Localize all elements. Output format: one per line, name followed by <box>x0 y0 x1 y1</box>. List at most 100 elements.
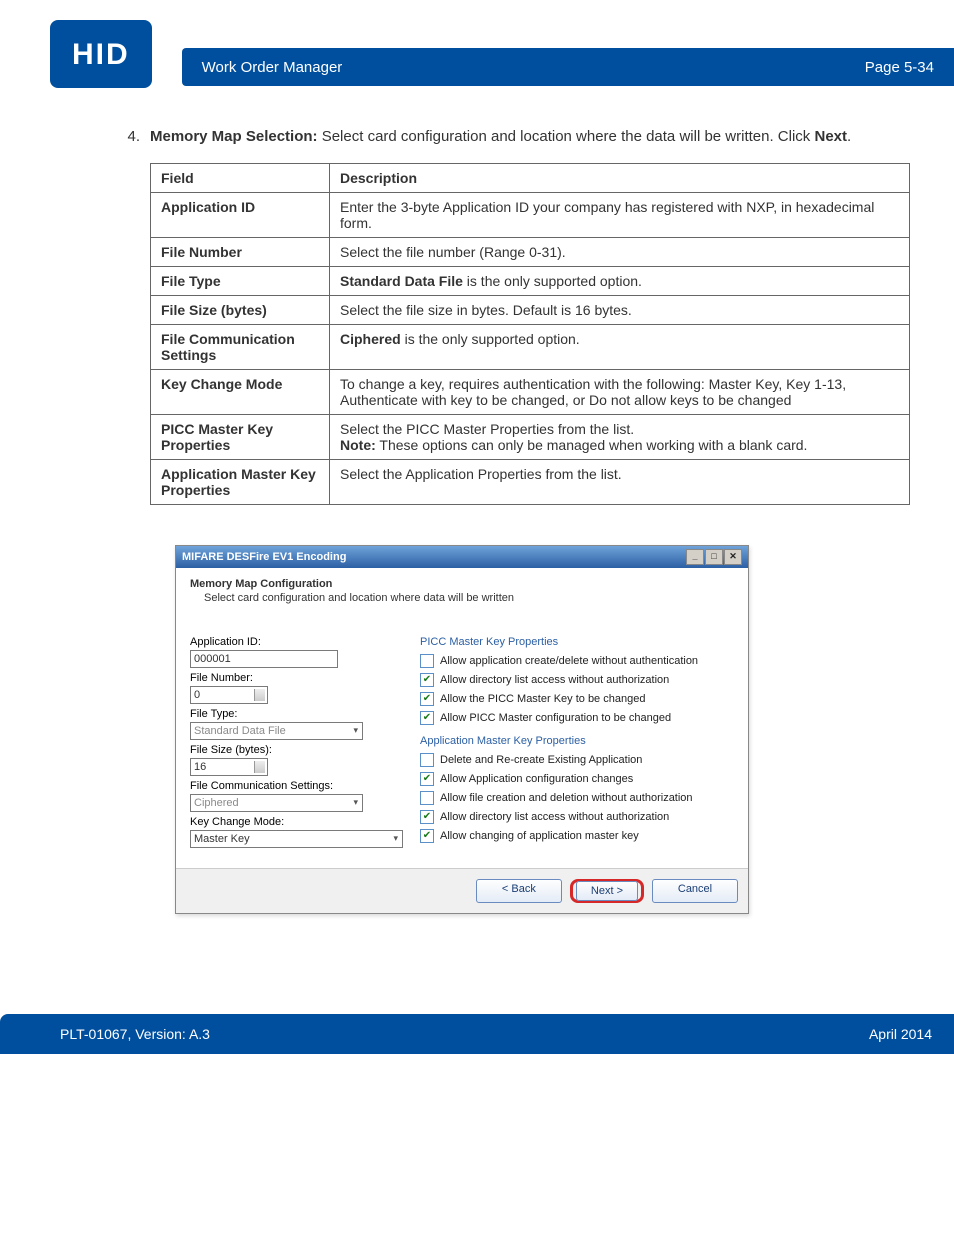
file-type-label: File Type: <box>190 708 420 720</box>
doc-title: Work Order Manager <box>202 59 343 76</box>
checkbox-row[interactable]: Allow changing of application master key <box>420 829 734 843</box>
checkbox-icon[interactable] <box>420 829 434 843</box>
checkbox-label: Allow file creation and deletion without… <box>440 792 693 804</box>
checkbox-row[interactable]: Allow the PICC Master Key to be changed <box>420 692 734 706</box>
cell-desc: Enter the 3-byte Application ID your com… <box>330 193 910 238</box>
checkbox-row[interactable]: Allow file creation and deletion without… <box>420 791 734 805</box>
page-footer: PLT-01067, Version: A.3 April 2014 <box>0 1014 954 1054</box>
header-bar: Work Order Manager Page 5-34 <box>182 48 954 86</box>
table-row: File Communication Settings Ciphered is … <box>151 325 910 370</box>
back-button[interactable]: < Back <box>476 879 562 903</box>
cell-field: Application Master Key Properties <box>151 460 330 505</box>
window-controls: _□✕ <box>685 549 742 565</box>
checkbox-label: Allow directory list access without auth… <box>440 674 669 686</box>
checkbox-row[interactable]: Allow application create/delete without … <box>420 654 734 668</box>
checkbox-row[interactable]: Allow Application configuration changes <box>420 772 734 786</box>
dialog-right-column: PICC Master Key Properties Allow applica… <box>420 632 734 848</box>
checkbox-row[interactable]: Delete and Re-create Existing Applicatio… <box>420 753 734 767</box>
table-row: Application ID Enter the 3-byte Applicat… <box>151 193 910 238</box>
cell-desc: To change a key, requires authentication… <box>330 370 910 415</box>
checkbox-icon[interactable] <box>420 753 434 767</box>
checkbox-label: Allow Application configuration changes <box>440 773 633 785</box>
dialog-footer: < Back Next > Cancel <box>176 868 748 913</box>
key-change-mode-select[interactable]: Master Key <box>190 830 403 848</box>
dialog-title: MIFARE DESFire EV1 Encoding <box>182 551 346 563</box>
desc-tail: is the only supported option. <box>401 331 580 347</box>
cell-desc: Select the Application Properties from t… <box>330 460 910 505</box>
key-change-mode-label: Key Change Mode: <box>190 816 420 828</box>
dialog-left-column: Application ID: 000001 File Number: 0 Fi… <box>190 632 420 848</box>
cell-desc: Standard Data File is the only supported… <box>330 267 910 296</box>
checkbox-row[interactable]: Allow directory list access without auth… <box>420 673 734 687</box>
table-row: File Number Select the file number (Rang… <box>151 238 910 267</box>
cancel-button[interactable]: Cancel <box>652 879 738 903</box>
step-body-a: Select card configuration and location w… <box>318 128 815 145</box>
step-heading: Memory Map Selection: <box>150 128 318 145</box>
dialog-titlebar: MIFARE DESFire EV1 Encoding _□✕ <box>176 546 748 568</box>
checkbox-icon[interactable] <box>420 791 434 805</box>
file-type-select[interactable]: Standard Data File <box>190 722 363 740</box>
app-id-input[interactable]: 000001 <box>190 650 338 668</box>
table-row: File Size (bytes) Select the file size i… <box>151 296 910 325</box>
cell-field: Key Change Mode <box>151 370 330 415</box>
maximize-icon[interactable]: □ <box>705 549 723 565</box>
checkbox-icon[interactable] <box>420 673 434 687</box>
hid-logo: HID <box>50 20 152 88</box>
cell-field: File Size (bytes) <box>151 296 330 325</box>
cell-desc: Select the PICC Master Properties from t… <box>330 415 910 460</box>
file-number-label: File Number: <box>190 672 420 684</box>
next-button-highlight: Next > <box>570 879 644 903</box>
desc-bold: Ciphered <box>340 331 401 347</box>
app-id-label: Application ID: <box>190 636 420 648</box>
close-icon[interactable]: ✕ <box>724 549 742 565</box>
checkbox-row[interactable]: Allow directory list access without auth… <box>420 810 734 824</box>
picc-section-head: PICC Master Key Properties <box>420 636 734 648</box>
step-4: 4. Memory Map Selection: Select card con… <box>110 128 894 145</box>
file-size-label: File Size (bytes): <box>190 744 420 756</box>
minimize-icon[interactable]: _ <box>686 549 704 565</box>
checkbox-row[interactable]: Allow PICC Master configuration to be ch… <box>420 711 734 725</box>
dialog-subtitle: Memory Map Configuration <box>190 578 734 590</box>
step-next-bold: Next <box>814 128 847 145</box>
checkbox-icon[interactable] <box>420 692 434 706</box>
cell-desc: Select the file size in bytes. Default i… <box>330 296 910 325</box>
cell-desc: Ciphered is the only supported option. <box>330 325 910 370</box>
checkbox-label: Allow application create/delete without … <box>440 655 698 667</box>
th-field: Field <box>151 164 330 193</box>
field-description-table: Field Description Application ID Enter t… <box>150 163 910 505</box>
comm-settings-select[interactable]: Ciphered <box>190 794 363 812</box>
checkbox-icon[interactable] <box>420 711 434 725</box>
next-button[interactable]: Next > <box>576 881 638 901</box>
cell-field: Application ID <box>151 193 330 238</box>
page-header: HID Work Order Manager Page 5-34 <box>0 0 954 88</box>
table-header-row: Field Description <box>151 164 910 193</box>
checkbox-icon[interactable] <box>420 772 434 786</box>
step-number: 4. <box>110 128 140 145</box>
app-master-section-head: Application Master Key Properties <box>420 735 734 747</box>
cell-field: File Number <box>151 238 330 267</box>
step-text: Memory Map Selection: Select card config… <box>150 128 851 145</box>
table-row: PICC Master Key Properties Select the PI… <box>151 415 910 460</box>
th-description: Description <box>330 164 910 193</box>
desc-line1: Select the PICC Master Properties from t… <box>340 421 899 437</box>
file-number-spinner[interactable]: 0 <box>190 686 268 704</box>
checkbox-icon[interactable] <box>420 654 434 668</box>
checkbox-icon[interactable] <box>420 810 434 824</box>
table-row: Application Master Key Properties Select… <box>151 460 910 505</box>
step-body-b: . <box>847 128 851 145</box>
cell-field: File Type <box>151 267 330 296</box>
desc-note-tail: These options can only be managed when w… <box>376 437 808 453</box>
doc-date: April 2014 <box>869 1026 932 1042</box>
cell-desc: Select the file number (Range 0-31). <box>330 238 910 267</box>
page-number: Page 5-34 <box>865 59 934 76</box>
dialog-window: MIFARE DESFire EV1 Encoding _□✕ Memory M… <box>175 545 749 914</box>
dialog-subdesc: Select card configuration and location w… <box>204 592 734 604</box>
checkbox-label: Allow PICC Master configuration to be ch… <box>440 712 671 724</box>
cell-field: File Communication Settings <box>151 325 330 370</box>
table-row: Key Change Mode To change a key, require… <box>151 370 910 415</box>
doc-id: PLT-01067, Version: A.3 <box>60 1026 210 1042</box>
checkbox-label: Delete and Re-create Existing Applicatio… <box>440 754 642 766</box>
file-size-spinner[interactable]: 16 <box>190 758 268 776</box>
page-content: 4. Memory Map Selection: Select card con… <box>0 88 954 914</box>
cell-field: PICC Master Key Properties <box>151 415 330 460</box>
